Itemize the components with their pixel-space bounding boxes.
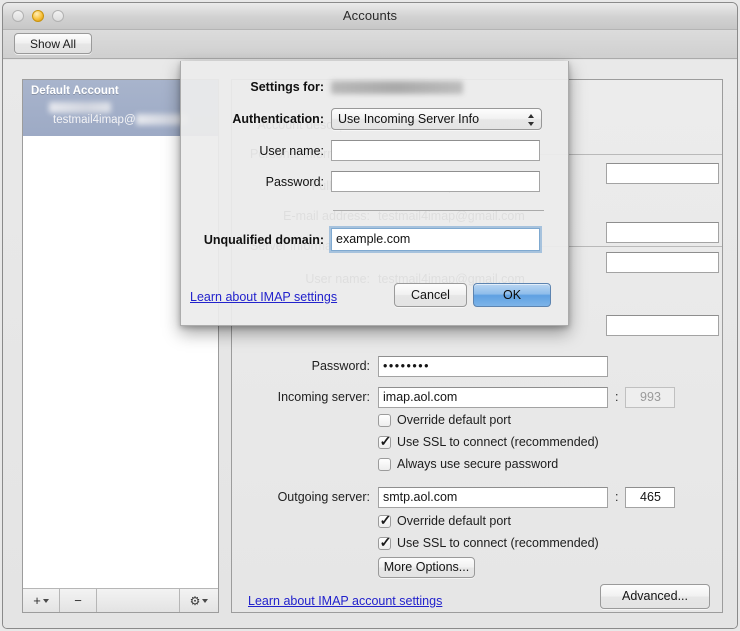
outgoing-port-separator: :	[615, 490, 618, 504]
settings-for-row: Settings for: ████████████	[181, 80, 463, 94]
sheet-password-row: Password:	[181, 171, 540, 192]
incoming-server-input[interactable]: imap.aol.com	[378, 387, 608, 408]
window-title: Accounts	[3, 8, 737, 23]
incoming-port-separator: :	[615, 390, 618, 404]
toolbar: Show All	[3, 30, 737, 59]
outgoing-server-input[interactable]: smtp.aol.com	[378, 487, 608, 508]
cancel-button[interactable]: Cancel	[394, 283, 467, 307]
incoming-override-port-checkbox-row[interactable]: Override default port	[378, 413, 511, 427]
redaction-block: ██████	[49, 102, 111, 113]
add-account-button[interactable]: +	[23, 589, 60, 612]
updown-chevron-icon	[528, 113, 535, 127]
outgoing-override-port-label: Override default port	[397, 514, 511, 528]
checkbox-checked-icon[interactable]	[378, 515, 391, 528]
incoming-server-label: Incoming server:	[232, 390, 378, 404]
server-user-name-input[interactable]	[606, 315, 719, 336]
ok-button[interactable]: OK	[473, 283, 551, 307]
account-description-input[interactable]	[606, 163, 719, 184]
authentication-selected-value: Use Incoming Server Info	[338, 112, 479, 126]
authentication-row: Authentication: Use Incoming Server Info	[181, 108, 542, 130]
incoming-port-input[interactable]: 993	[625, 387, 675, 408]
incoming-override-port-label: Override default port	[397, 413, 511, 427]
outgoing-server-label: Outgoing server:	[232, 490, 378, 504]
full-name-input[interactable]	[606, 222, 719, 243]
more-options-button[interactable]: More Options...	[378, 557, 475, 578]
chevron-down-icon	[202, 599, 208, 603]
checkbox-icon[interactable]	[378, 414, 391, 427]
incoming-use-ssl-label: Use SSL to connect (recommended)	[397, 435, 599, 449]
learn-about-imap-settings-link[interactable]: Learn about IMAP settings	[190, 290, 337, 304]
gear-icon: ⚙	[190, 595, 201, 607]
server-password-input[interactable]: ••••••••	[378, 356, 608, 377]
sheet-user-name-input[interactable]	[331, 140, 540, 161]
action-menu-button[interactable]: ⚙	[179, 589, 218, 612]
server-password-label: Password:	[232, 359, 378, 373]
sheet-password-label: Password:	[181, 175, 331, 189]
chevron-down-icon	[43, 599, 49, 603]
outgoing-port-input[interactable]: 465	[625, 487, 675, 508]
sheet-user-name-label: User name:	[181, 144, 331, 158]
server-password-row: Password: ••••••••	[232, 355, 608, 377]
sheet-user-name-row: User name:	[181, 140, 540, 161]
outgoing-use-ssl-checkbox-row[interactable]: Use SSL to connect (recommended)	[378, 536, 599, 550]
accounts-preferences-window: Accounts Show All Default Account ██████…	[0, 0, 740, 631]
unqualified-domain-row: Unqualified domain: example.com	[181, 228, 540, 251]
sheet-password-input[interactable]	[331, 171, 540, 192]
show-all-button[interactable]: Show All	[14, 33, 92, 54]
incoming-server-row: Incoming server: imap.aol.com : 993	[232, 386, 675, 408]
remove-account-button[interactable]: −	[60, 589, 97, 612]
incoming-secure-password-label: Always use secure password	[397, 457, 558, 471]
outgoing-server-row: Outgoing server: smtp.aol.com : 465	[232, 486, 675, 508]
checkbox-checked-icon[interactable]	[378, 537, 391, 550]
footer-spacer	[97, 589, 179, 612]
unqualified-domain-label: Unqualified domain:	[181, 233, 331, 247]
settings-for-label: Settings for:	[181, 80, 331, 94]
accounts-list-footer: + − ⚙	[23, 588, 218, 612]
settings-for-value-redacted: ████████████	[331, 81, 463, 94]
settings-modal-sheet: Settings for: ████████████ Authenticatio…	[180, 61, 569, 326]
authentication-select[interactable]: Use Incoming Server Info	[331, 108, 542, 130]
learn-about-imap-account-settings-link[interactable]: Learn about IMAP account settings	[248, 594, 442, 608]
advanced-button[interactable]: Advanced...	[600, 584, 710, 609]
outgoing-override-port-checkbox-row[interactable]: Override default port	[378, 514, 511, 528]
account-email-local: testmail4imap@	[53, 114, 136, 126]
incoming-use-ssl-checkbox-row[interactable]: Use SSL to connect (recommended)	[378, 435, 599, 449]
email-address-input[interactable]	[606, 252, 719, 273]
window-frame: Accounts Show All Default Account ██████…	[2, 2, 738, 629]
authentication-label: Authentication:	[181, 112, 331, 126]
title-bar: Accounts	[3, 3, 737, 30]
checkbox-icon[interactable]	[378, 458, 391, 471]
unqualified-domain-input[interactable]: example.com	[331, 228, 540, 251]
divider	[333, 210, 544, 211]
checkbox-checked-icon[interactable]	[378, 436, 391, 449]
outgoing-use-ssl-label: Use SSL to connect (recommended)	[397, 536, 599, 550]
minus-icon: −	[74, 593, 82, 608]
incoming-secure-password-checkbox-row[interactable]: Always use secure password	[378, 457, 558, 471]
plus-icon: +	[33, 593, 41, 608]
